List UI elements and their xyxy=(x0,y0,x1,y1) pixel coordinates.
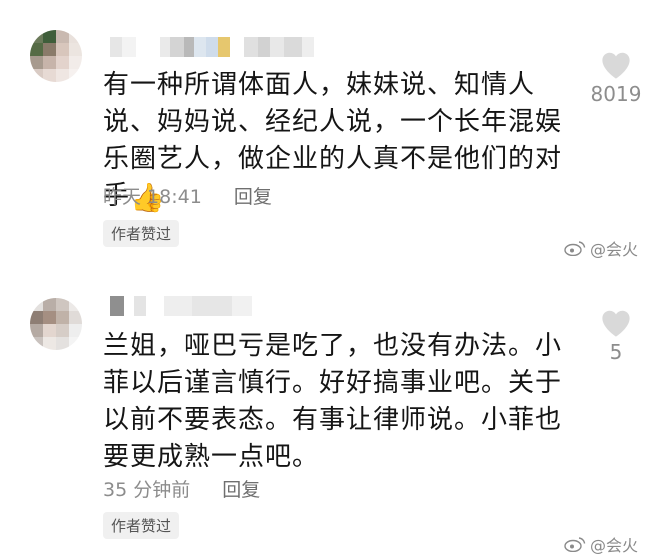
username-obscured[interactable] xyxy=(110,37,314,57)
weibo-logo-icon xyxy=(564,241,586,256)
watermark-text: @会火 xyxy=(589,536,638,555)
reply-button[interactable]: 回复 xyxy=(234,186,272,208)
watermark: @会火 xyxy=(564,236,638,260)
like-button[interactable]: 8019 xyxy=(586,50,646,106)
avatar[interactable] xyxy=(30,30,82,82)
comment-body: 兰姐，哑巴亏是吃了，也没有办法。小菲以后谨言慎行。好好搞事业吧。关于以前不要表态… xyxy=(103,331,563,472)
weibo-logo-icon xyxy=(564,537,586,552)
heart-icon xyxy=(602,52,630,79)
timestamp: 昨天 18:41 xyxy=(103,186,202,208)
like-button[interactable]: 5 xyxy=(586,308,646,364)
author-liked-badge: 作者赞过 xyxy=(103,512,180,539)
username-obscured[interactable] xyxy=(110,296,252,316)
comment-meta: 昨天 18:41 回复 xyxy=(103,182,272,209)
like-count: 5 xyxy=(609,340,623,364)
reply-button[interactable]: 回复 xyxy=(222,479,260,501)
heart-icon xyxy=(602,310,630,337)
avatar[interactable] xyxy=(30,298,82,350)
author-liked-badge: 作者赞过 xyxy=(103,220,180,247)
watermark-text: @会火 xyxy=(589,240,638,259)
comment-item: 兰姐，哑巴亏是吃了，也没有办法。小菲以后谨言慎行。好好搞事业吧。关于以前不要表态… xyxy=(0,278,656,556)
comment-meta: 35 分钟前 回复 xyxy=(103,475,260,502)
like-count: 8019 xyxy=(590,82,642,106)
comment-text: 兰姐，哑巴亏是吃了，也没有办法。小菲以后谨言慎行。好好搞事业吧。关于以前不要表态… xyxy=(103,328,573,476)
comment-item: 有一种所谓体面人，妹妹说、知情人说、妈妈说、经纪人说，一个长年混娱乐圈艺人，做企… xyxy=(0,0,656,278)
watermark: @会火 xyxy=(564,532,638,556)
timestamp: 35 分钟前 xyxy=(103,479,191,501)
